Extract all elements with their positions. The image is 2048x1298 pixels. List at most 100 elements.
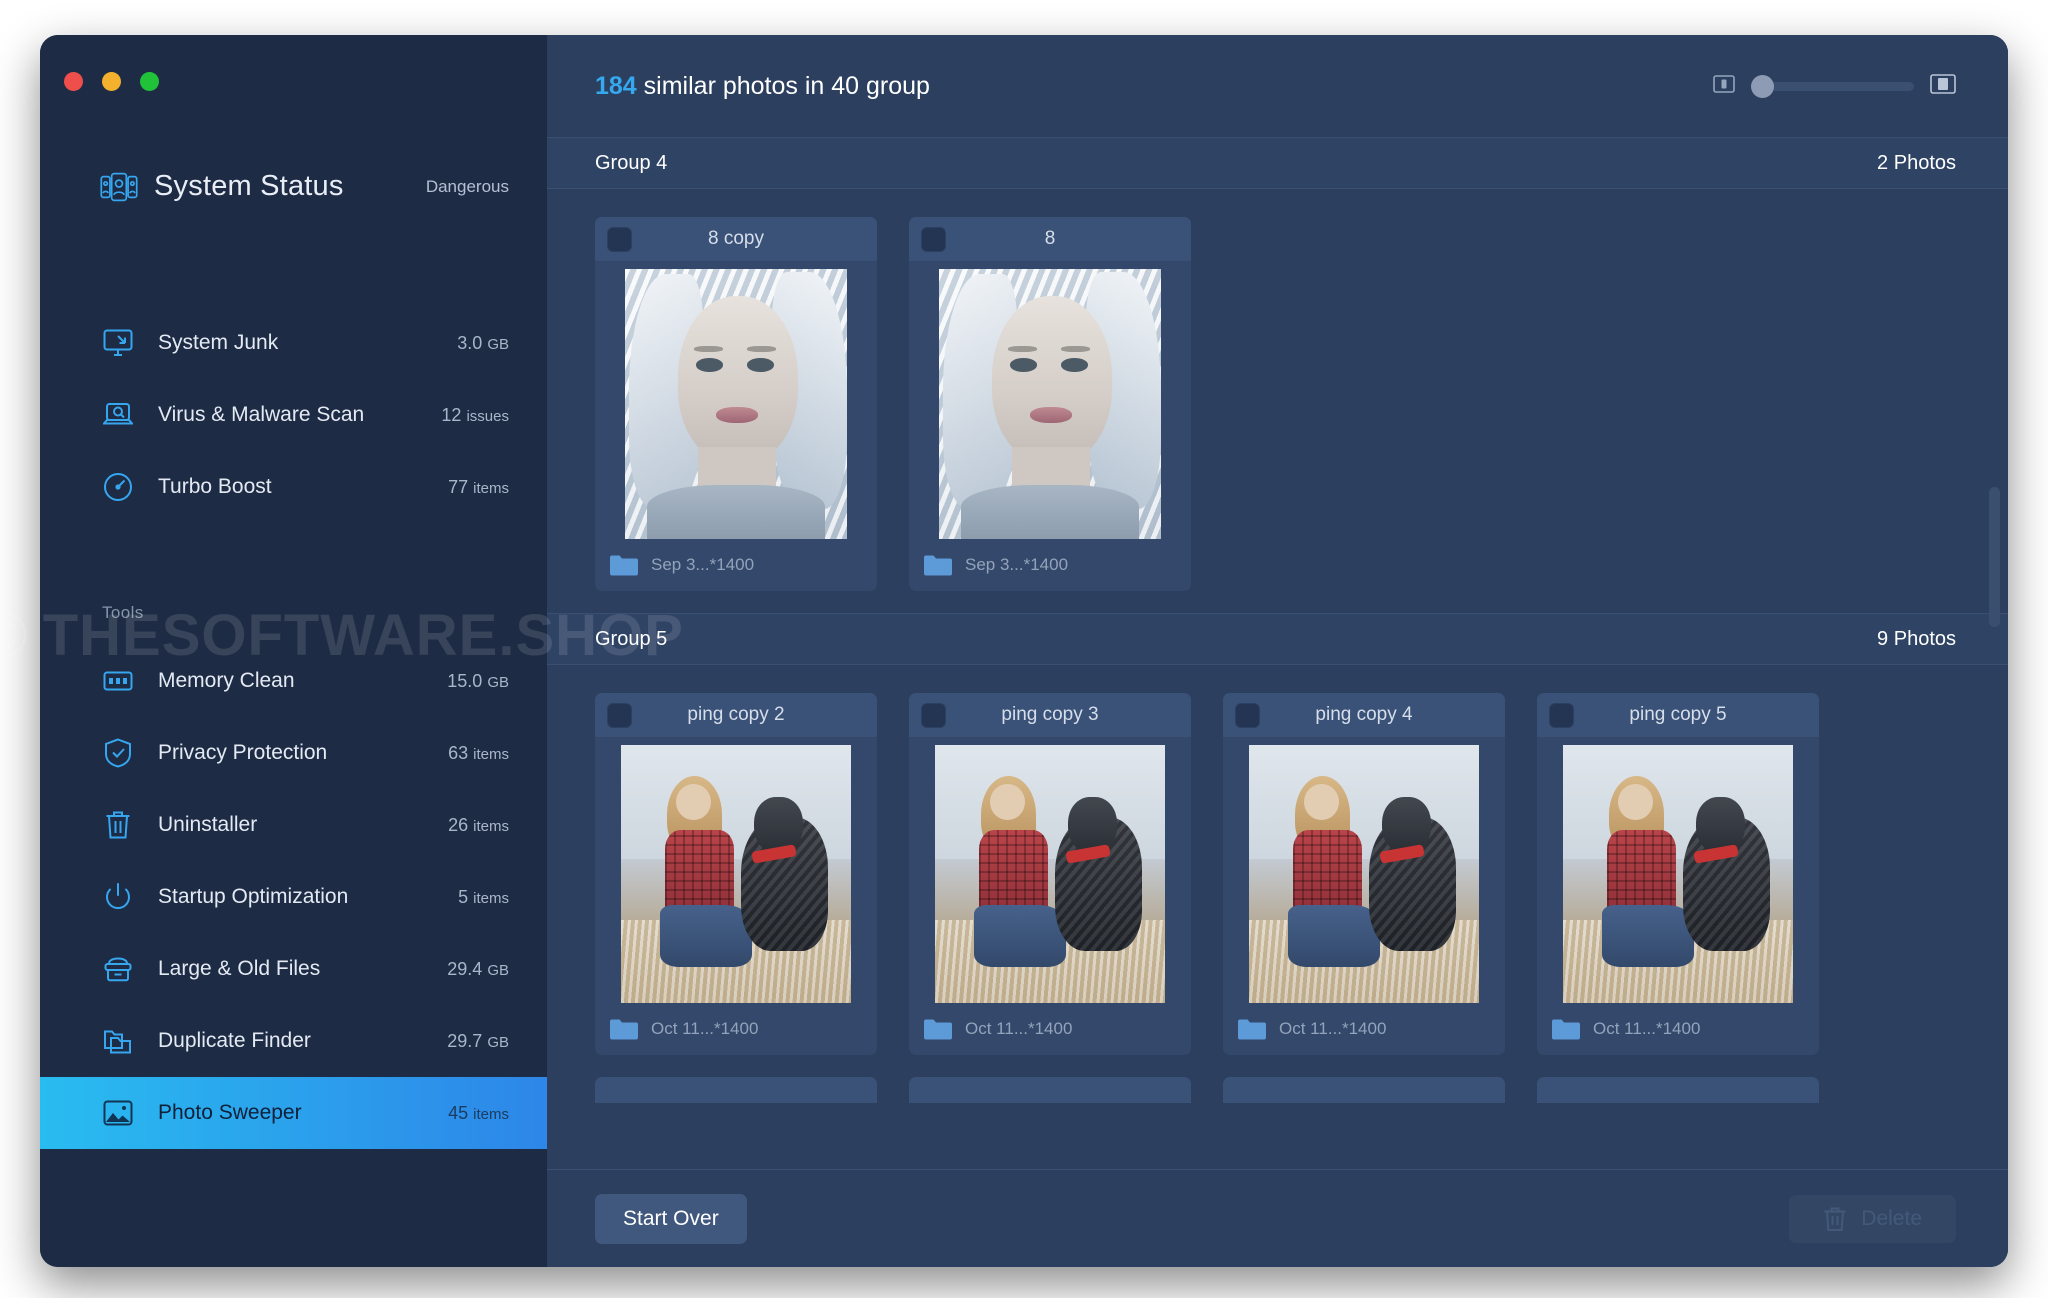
folder-icon	[1551, 1017, 1581, 1041]
photo-card-header: 8 copy	[595, 217, 877, 261]
thumbnail-size-slider[interactable]	[1713, 73, 1956, 99]
sidebar-item-value: 29.7 GB	[447, 1030, 509, 1051]
trash-icon	[1823, 1206, 1847, 1232]
uninstaller-icon	[102, 809, 134, 841]
sidebar-item-value: 26 items	[448, 814, 509, 835]
group-photo-count: 2 Photos	[1877, 151, 1956, 174]
photo-card[interactable]: 8 Sep 3...*1400	[909, 217, 1191, 591]
photo-groups-scroll-area[interactable]: Group 4 2 Photos 8 copy Sep 3...*1400 8 …	[547, 137, 2008, 1169]
photo-thumbnail[interactable]	[1563, 745, 1793, 1003]
photo-card-partial[interactable]	[1223, 1077, 1505, 1103]
photo-card[interactable]: ping copy 5 Oct 11...*1400	[1537, 693, 1819, 1055]
photo-card-partial[interactable]	[1537, 1077, 1819, 1103]
next-row-peek	[547, 1077, 2008, 1103]
sidebar-item-uninstaller[interactable]: Uninstaller 26 items	[40, 789, 547, 861]
sidebar-item-value: 29.4 GB	[447, 958, 509, 979]
main-footer: Start Over Delete	[547, 1169, 2008, 1267]
turbo-boost-icon	[102, 471, 134, 503]
sidebar-item-value: 12 issues	[441, 404, 509, 425]
startup-optimization-icon	[102, 881, 134, 913]
sidebar-item-label: Duplicate Finder	[158, 1029, 311, 1052]
sidebar-item-privacy-protection[interactable]: Privacy Protection 63 items	[40, 717, 547, 789]
photo-thumbnail[interactable]	[621, 745, 851, 1003]
sidebar-item-turbo-boost[interactable]: Turbo Boost 77 items	[40, 451, 547, 523]
photo-title: ping copy 3	[1001, 704, 1099, 725]
photo-date: Oct 11...*1400	[651, 1019, 759, 1038]
start-over-button[interactable]: Start Over	[595, 1193, 747, 1244]
photo-card-header: ping copy 3	[909, 693, 1191, 737]
photo-card-partial[interactable]	[909, 1077, 1191, 1103]
tools-nav: Memory Clean 15.0 GB Privacy Protection …	[40, 645, 547, 1149]
photo-card[interactable]: ping copy 4 Oct 11...*1400	[1223, 693, 1505, 1055]
folder-icon	[609, 553, 639, 577]
group-header: Group 5 9 Photos	[547, 613, 2008, 665]
sidebar-item-memory-clean[interactable]: Memory Clean 15.0 GB	[40, 645, 547, 717]
similar-photos-count: 184	[595, 71, 637, 100]
status-badge: Dangerous	[425, 176, 509, 196]
photo-title: ping copy 5	[1629, 704, 1727, 725]
photo-card[interactable]: ping copy 2 Oct 11...*1400	[595, 693, 877, 1055]
sidebar-item-value: 45 items	[448, 1102, 509, 1123]
sidebar-item-large-old-files[interactable]: Large & Old Files 29.4 GB	[40, 933, 547, 1005]
photo-thumbnail-wrap	[909, 737, 1191, 1003]
close-button[interactable]	[64, 72, 83, 91]
page-title: System Status	[154, 170, 344, 202]
photo-thumbnail[interactable]	[625, 269, 847, 539]
photo-date: Sep 3...*1400	[651, 555, 755, 574]
sidebar-item-system-junk[interactable]: System Junk 3.0 GB	[40, 307, 547, 379]
photo-thumbnail[interactable]	[935, 745, 1165, 1003]
delete-button[interactable]: Delete	[1789, 1194, 1956, 1243]
sidebar-item-value: 5 items	[458, 886, 509, 907]
photo-card-footer: Sep 3...*1400	[909, 539, 1191, 591]
photo-checkbox[interactable]	[607, 702, 632, 728]
photo-thumbnail-wrap	[1223, 737, 1505, 1003]
main-header: 184 similar photos in 40 group	[547, 35, 2008, 137]
privacy-protection-icon	[102, 737, 134, 769]
photo-card-header: ping copy 2	[595, 693, 877, 737]
photo-card-footer: Oct 11...*1400	[1223, 1003, 1505, 1055]
photo-checkbox[interactable]	[921, 226, 946, 252]
small-thumbnail-icon[interactable]	[1713, 74, 1735, 98]
photo-checkbox[interactable]	[1549, 702, 1574, 728]
slider-rail	[1751, 81, 1914, 91]
sidebar-item-value: 3.0 GB	[457, 332, 509, 353]
slider-track[interactable]	[1751, 75, 1914, 98]
sidebar-item-photo-sweeper[interactable]: Photo Sweeper 45 items	[40, 1077, 547, 1149]
sidebar-item-value: 15.0 GB	[447, 670, 509, 691]
photo-checkbox[interactable]	[607, 226, 632, 252]
photo-thumbnail[interactable]	[1249, 745, 1479, 1003]
photo-thumbnail[interactable]	[939, 269, 1161, 539]
folder-icon	[1237, 1017, 1267, 1041]
sidebar-item-virus-malware-scan[interactable]: Virus & Malware Scan 12 issues	[40, 379, 547, 451]
sidebar-item-label: Photo Sweeper	[158, 1101, 302, 1124]
photo-thumbnail-wrap	[595, 737, 877, 1003]
similar-photos-summary: 184 similar photos in 40 group	[595, 72, 930, 101]
photo-checkbox[interactable]	[921, 702, 946, 728]
primary-nav: System Junk 3.0 GB Virus & Malware Scan …	[40, 307, 547, 523]
similar-photos-text: similar photos in 40 group	[643, 71, 930, 100]
photo-card[interactable]: ping copy 3 Oct 11...*1400	[909, 693, 1191, 1055]
sidebar-item-label: Turbo Boost	[158, 475, 272, 498]
photo-date: Oct 11...*1400	[1593, 1019, 1701, 1038]
photo-thumbnail-wrap	[909, 261, 1191, 539]
large-thumbnail-icon[interactable]	[1930, 73, 1956, 99]
minimize-button[interactable]	[102, 72, 121, 91]
system-status-row[interactable]: System Status Dangerous	[40, 170, 547, 203]
virus-scan-icon	[102, 399, 134, 431]
slider-handle[interactable]	[1751, 75, 1774, 98]
main-panel: 184 similar photos in 40 group Group 4 2…	[547, 35, 2008, 1267]
photo-card-footer: Oct 11...*1400	[909, 1003, 1191, 1055]
sidebar-item-label: System Junk	[158, 331, 279, 354]
photo-card[interactable]: 8 copy Sep 3...*1400	[595, 217, 877, 591]
photo-card-header: ping copy 5	[1537, 693, 1819, 737]
maximize-button[interactable]	[140, 72, 159, 91]
sidebar-item-startup-optimization[interactable]: Startup Optimization 5 items	[40, 861, 547, 933]
sidebar-item-duplicate-finder[interactable]: Duplicate Finder 29.7 GB	[40, 1005, 547, 1077]
sidebar-item-label: Privacy Protection	[158, 741, 328, 764]
photo-card-partial[interactable]	[595, 1077, 877, 1103]
photo-checkbox[interactable]	[1235, 702, 1260, 728]
folder-icon	[923, 553, 953, 577]
group-header: Group 4 2 Photos	[547, 137, 2008, 189]
folder-icon	[609, 1017, 639, 1041]
vertical-scrollbar[interactable]	[1989, 487, 2000, 627]
